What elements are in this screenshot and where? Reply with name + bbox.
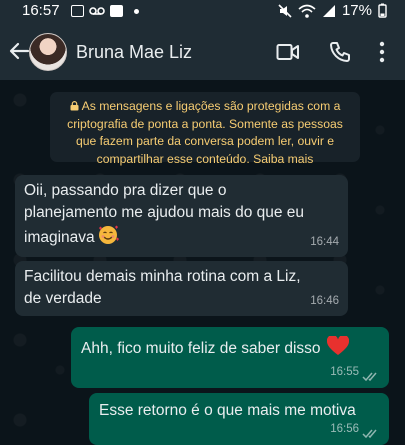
outgoing-message[interactable]: Esse retorno é o que mais me motiva 16:5… (89, 393, 389, 445)
lock-icon (70, 101, 79, 111)
check-notification-icon (110, 5, 123, 17)
notice-line-1: As mensagens e ligações são protegidas c… (81, 99, 341, 113)
contact-avatar[interactable] (29, 33, 67, 71)
read-receipt-icon (362, 429, 377, 439)
status-time: 16:57 (22, 2, 60, 19)
mute-icon (278, 3, 292, 18)
video-call-icon[interactable] (276, 40, 300, 64)
more-notifications-dot-icon (134, 8, 139, 14)
incoming-message[interactable]: Facilitou demais minha rotina com a Liz,… (15, 261, 348, 316)
read-receipt-icon (362, 372, 377, 382)
gallery-notification-icon (71, 5, 84, 17)
incoming-message[interactable]: Oii, passando pra dizer que o planejamen… (15, 175, 348, 257)
status-right: 17% (278, 2, 387, 19)
message-line: Ahh, fico muito feliz de saber disso (81, 340, 321, 357)
wifi-icon (298, 4, 316, 18)
notice-line-2: criptografia de ponta a ponta. Somente a… (67, 116, 343, 131)
more-options-icon[interactable] (375, 40, 389, 64)
message-line: Facilitou demais minha rotina com a Liz, (24, 268, 301, 285)
contact-name[interactable]: Bruna Mae Liz (76, 42, 192, 63)
battery-percent: 17% (341, 2, 372, 19)
notification-icons (71, 5, 139, 17)
message-line: imaginava (24, 229, 95, 246)
message-timestamp: 16:56 (330, 423, 359, 435)
outgoing-message[interactable]: Ahh, fico muito feliz de saber disso 16:… (71, 327, 389, 388)
voice-call-icon[interactable] (328, 40, 352, 64)
battery-icon (378, 3, 387, 18)
message-line: de verdade (24, 290, 102, 307)
message-timestamp: 16:55 (330, 366, 359, 378)
message-line: Oii, passando pra dizer que o (24, 182, 227, 199)
chat-header: Bruna Mae Liz (0, 24, 405, 80)
notice-line-4: compartilhar esse conteúdo. Saiba mais (96, 151, 314, 166)
smiling-face-with-hearts-icon (98, 225, 119, 244)
encryption-notice[interactable]: As mensagens e ligações são protegidas c… (50, 92, 360, 166)
notice-line-3: que fazem parte da conversa podem ler, o… (75, 134, 335, 148)
status-bar: 16:57 17% (0, 0, 405, 24)
signal-icon (322, 4, 335, 17)
message-timestamp: 16:46 (310, 295, 339, 307)
chat-area[interactable]: As mensagens e ligações são protegidas c… (0, 80, 405, 445)
voicemail-notification-icon (89, 7, 105, 15)
message-timestamp: 16:44 (310, 236, 339, 248)
back-arrow-icon[interactable] (8, 40, 30, 62)
red-heart-icon (326, 336, 349, 355)
message-line: planejamento me ajudou mais do que eu (24, 204, 305, 221)
